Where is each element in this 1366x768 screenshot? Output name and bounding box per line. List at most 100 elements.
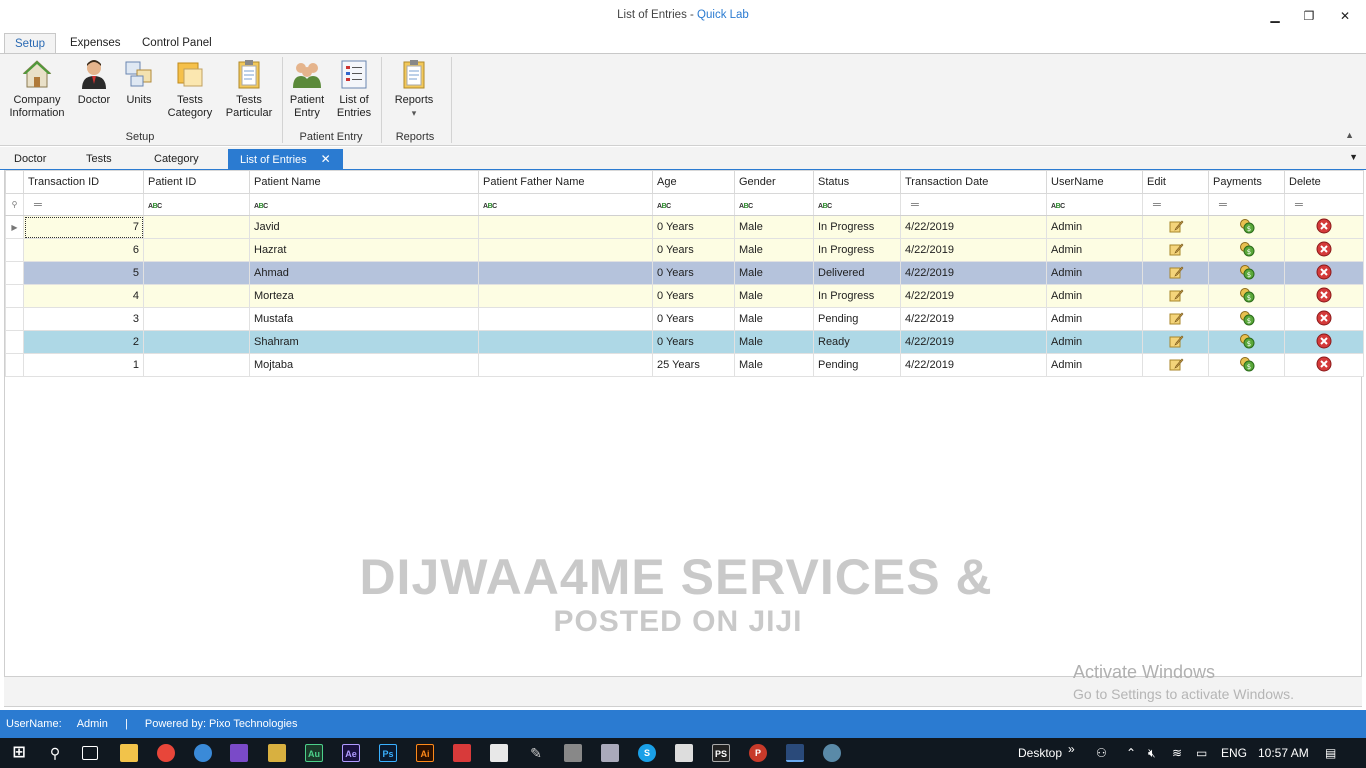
- cell-user[interactable]: Admin: [1046, 284, 1143, 308]
- cell-patient-id[interactable]: [143, 215, 250, 239]
- delete-cell[interactable]: [1284, 353, 1364, 377]
- edit-icon[interactable]: [1168, 310, 1184, 326]
- app-icon[interactable]: [268, 744, 286, 762]
- cell-gender[interactable]: Male: [734, 215, 814, 239]
- tools-icon[interactable]: ✎: [527, 744, 545, 762]
- desktop-toolbar-label[interactable]: Desktop: [1018, 746, 1062, 760]
- payments-cell[interactable]: $: [1208, 353, 1285, 377]
- cell-patient-id[interactable]: [143, 238, 250, 262]
- filter-cell[interactable]: ABC: [813, 193, 901, 216]
- cell-age[interactable]: 0 Years: [652, 307, 735, 331]
- payments-cell[interactable]: $: [1208, 261, 1285, 285]
- app-icon[interactable]: [823, 744, 841, 762]
- cell-father[interactable]: [478, 307, 653, 331]
- tab-dropdown-icon[interactable]: ▼: [1349, 152, 1358, 162]
- cell-father[interactable]: [478, 284, 653, 308]
- delete-icon[interactable]: [1316, 356, 1332, 372]
- payments-icon[interactable]: $: [1239, 241, 1255, 257]
- cell-status[interactable]: In Progress: [813, 238, 901, 262]
- delete-cell[interactable]: [1284, 215, 1364, 239]
- table-row[interactable]: 6 Hazrat 0 Years Male In Progress 4/22/2019 Ad…: [5, 238, 1364, 262]
- edit-icon[interactable]: [1168, 333, 1184, 349]
- notifications-icon[interactable]: ▤: [1325, 746, 1336, 760]
- cell-date[interactable]: 4/22/2019: [900, 330, 1047, 354]
- cell-status[interactable]: In Progress: [813, 215, 901, 239]
- restore-button[interactable]: ❐: [1294, 6, 1324, 26]
- delete-icon[interactable]: [1316, 287, 1332, 303]
- table-row[interactable]: 2 Shahram 0 Years Male Ready 4/22/2019 Admin $: [5, 330, 1364, 354]
- filter-cell[interactable]: ABC: [1046, 193, 1143, 216]
- cell-id[interactable]: 2: [23, 330, 144, 354]
- column-header[interactable]: Edit: [1142, 170, 1209, 194]
- cell-father[interactable]: [478, 215, 653, 239]
- cell-id[interactable]: 5: [23, 261, 144, 285]
- patient-entry-button[interactable]: Patient Entry: [286, 58, 328, 120]
- cell-date[interactable]: 4/22/2019: [900, 307, 1047, 331]
- cell-id[interactable]: 3: [23, 307, 144, 331]
- chrome-icon[interactable]: [157, 744, 175, 762]
- cell-name[interactable]: Ahmad: [249, 261, 479, 285]
- cell-patient-id[interactable]: [143, 353, 250, 377]
- row-indicator[interactable]: ▶: [5, 215, 24, 239]
- delete-cell[interactable]: [1284, 284, 1364, 308]
- edit-cell[interactable]: [1142, 261, 1209, 285]
- app-icon[interactable]: [675, 744, 693, 762]
- skype-icon[interactable]: S: [638, 744, 656, 762]
- cell-user[interactable]: Admin: [1046, 215, 1143, 239]
- volume-muted-icon[interactable]: 🔇︎: [1148, 746, 1156, 761]
- edit-icon[interactable]: [1168, 218, 1184, 234]
- column-header[interactable]: UserName: [1046, 170, 1143, 194]
- delete-cell[interactable]: [1284, 307, 1364, 331]
- row-indicator[interactable]: [5, 307, 24, 331]
- column-header[interactable]: Age: [652, 170, 735, 194]
- row-indicator[interactable]: [5, 261, 24, 285]
- cell-age[interactable]: 25 Years: [652, 353, 735, 377]
- filter-cell[interactable]: ABC: [652, 193, 735, 216]
- filter-cell[interactable]: ABC: [478, 193, 653, 216]
- delete-cell[interactable]: [1284, 261, 1364, 285]
- cell-date[interactable]: 4/22/2019: [900, 353, 1047, 377]
- file-explorer-icon[interactable]: [120, 744, 138, 762]
- after-effects-icon[interactable]: Ae: [342, 744, 360, 762]
- collapse-ribbon-icon[interactable]: ▲: [1345, 130, 1354, 140]
- cell-user[interactable]: Admin: [1046, 307, 1143, 331]
- column-header[interactable]: Payments: [1208, 170, 1285, 194]
- cell-gender[interactable]: Male: [734, 284, 814, 308]
- table-row[interactable]: ▶ 7 Javid 0 Years Male In Progress 4/22/2019 Ad…: [5, 215, 1364, 239]
- tab-control-panel[interactable]: Control Panel: [132, 33, 222, 55]
- cell-patient-id[interactable]: [143, 284, 250, 308]
- reports-button[interactable]: Reports ▾: [390, 58, 438, 120]
- cell-user[interactable]: Admin: [1046, 261, 1143, 285]
- column-header[interactable]: Transaction Date: [900, 170, 1047, 194]
- table-row[interactable]: 5 Ahmad 0 Years Male Delivered 4/22/2019 Admin…: [5, 261, 1364, 285]
- row-indicator[interactable]: [5, 330, 24, 354]
- delete-icon[interactable]: [1316, 218, 1332, 234]
- close-button[interactable]: ✕: [1330, 6, 1360, 26]
- phpstorm-icon[interactable]: PS: [712, 744, 730, 762]
- doc-tab-list-of-entries[interactable]: List of Entries ✕: [228, 149, 343, 170]
- edit-cell[interactable]: [1142, 330, 1209, 354]
- column-header[interactable]: Patient Name: [249, 170, 479, 194]
- minimize-button[interactable]: ▁: [1260, 6, 1290, 26]
- edit-icon[interactable]: [1168, 264, 1184, 280]
- edit-icon[interactable]: [1168, 241, 1184, 257]
- cell-father[interactable]: [478, 353, 653, 377]
- database-icon[interactable]: [564, 744, 582, 762]
- cell-father[interactable]: [478, 238, 653, 262]
- cell-age[interactable]: 0 Years: [652, 284, 735, 308]
- payments-cell[interactable]: $: [1208, 330, 1285, 354]
- cell-name[interactable]: Javid: [249, 215, 479, 239]
- row-indicator[interactable]: [5, 353, 24, 377]
- doc-tab-doctor[interactable]: Doctor: [2, 149, 58, 170]
- cell-status[interactable]: In Progress: [813, 284, 901, 308]
- doc-tab-tests[interactable]: Tests: [74, 149, 124, 170]
- filter-cell[interactable]: ═: [23, 193, 144, 216]
- cell-date[interactable]: 4/22/2019: [900, 284, 1047, 308]
- row-indicator[interactable]: [5, 284, 24, 308]
- quick-lab-icon[interactable]: [786, 744, 804, 762]
- column-header[interactable]: Gender: [734, 170, 814, 194]
- edit-cell[interactable]: [1142, 307, 1209, 331]
- payments-icon[interactable]: $: [1239, 218, 1255, 234]
- column-header[interactable]: Status: [813, 170, 901, 194]
- task-view-icon[interactable]: [82, 746, 98, 760]
